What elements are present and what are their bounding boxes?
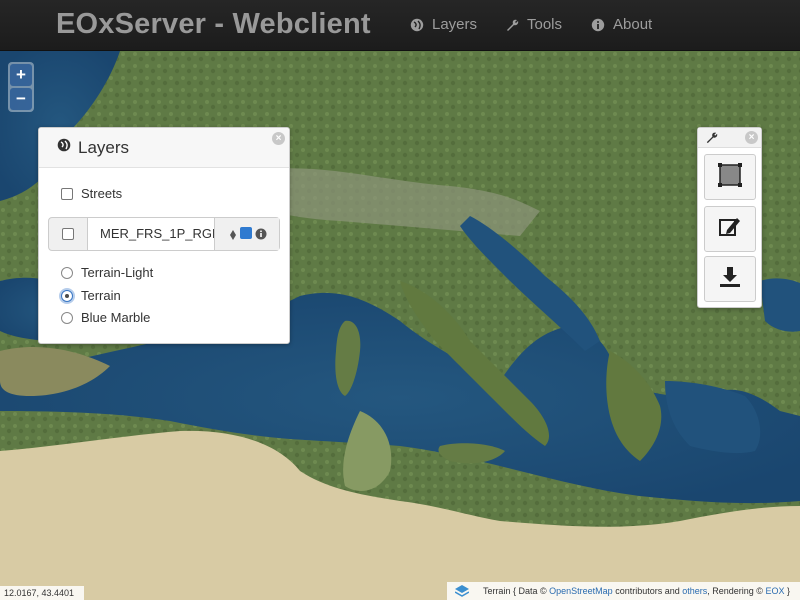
- attribution-contrib: contributors and: [615, 586, 680, 596]
- edit-button[interactable]: [704, 206, 756, 252]
- zoom-out-button[interactable]: −: [10, 88, 32, 110]
- blue-marble-radio[interactable]: [61, 311, 73, 324]
- edit-icon: [718, 215, 742, 244]
- zoom-control: + −: [8, 62, 34, 112]
- baselayer-label: Terrain: [81, 288, 121, 303]
- overlay-streets-label: Streets: [81, 186, 123, 201]
- info-icon[interactable]: [255, 227, 267, 245]
- product-layer-name: MER_FRS_1P_RGB_reduced: [88, 218, 214, 250]
- opacity-slider-icon[interactable]: [227, 228, 239, 246]
- wrench-icon: [705, 131, 718, 149]
- baselayer-terrain-light[interactable]: Terrain-Light: [61, 265, 153, 280]
- baselayer-terrain[interactable]: Terrain: [61, 288, 121, 303]
- nav-tools[interactable]: Tools: [505, 16, 562, 33]
- attribution-bar: Terrain { Data © OpenStreetMap contribut…: [446, 582, 800, 600]
- layers-stack-icon[interactable]: [454, 585, 469, 597]
- overlay-streets[interactable]: Streets: [61, 186, 122, 201]
- osm-link[interactable]: OpenStreetMap: [549, 586, 613, 596]
- product-layer-row: MER_FRS_1P_RGB_reduced: [48, 217, 280, 251]
- product-checkbox[interactable]: [62, 228, 74, 240]
- terrain-radio[interactable]: [61, 289, 73, 302]
- nav-tools-label: Tools: [527, 16, 563, 33]
- baselayer-blue-marble[interactable]: Blue Marble: [61, 310, 150, 325]
- terrain-light-radio[interactable]: [61, 266, 73, 279]
- nav-layers-label: Layers: [432, 16, 478, 33]
- nav-about-label: About: [613, 16, 653, 33]
- tools-panel: ×: [697, 127, 762, 308]
- mouse-coordinates: 12.0167, 43.4401: [0, 586, 84, 600]
- navbar: EOxServer - Webclient Layers Tools About: [0, 0, 800, 51]
- color-swatch[interactable]: [240, 227, 252, 239]
- download-button[interactable]: [704, 256, 756, 302]
- globe-icon: [410, 18, 424, 32]
- layers-panel: Layers × Streets MER_FRS_1P_RGB_reduced …: [38, 127, 290, 344]
- product-layer-tools: [214, 218, 279, 250]
- attribution-render: , Rendering ©: [707, 586, 763, 596]
- layers-panel-header[interactable]: Layers: [39, 128, 289, 168]
- wrench-icon: [505, 18, 519, 32]
- streets-checkbox[interactable]: [61, 187, 73, 200]
- close-icon[interactable]: ×: [272, 132, 285, 145]
- download-icon: [718, 265, 742, 294]
- baselayer-label: Blue Marble: [81, 310, 151, 325]
- app-title[interactable]: EOxServer - Webclient: [56, 8, 371, 41]
- globe-icon: [57, 138, 71, 157]
- tools-panel-header[interactable]: ×: [698, 128, 761, 148]
- nav-layers[interactable]: Layers: [410, 16, 477, 33]
- select-area-icon: [717, 162, 743, 193]
- close-icon[interactable]: ×: [745, 131, 758, 144]
- select-area-button[interactable]: [704, 154, 756, 200]
- zoom-in-button[interactable]: +: [10, 64, 32, 86]
- eox-link[interactable]: EOX: [765, 586, 784, 596]
- others-link[interactable]: others: [682, 586, 707, 596]
- nav-about[interactable]: About: [591, 16, 652, 33]
- info-icon: [591, 18, 605, 32]
- attribution-prefix: Terrain { Data ©: [482, 586, 547, 596]
- attribution-suffix: }: [786, 586, 790, 596]
- baselayer-label: Terrain-Light: [81, 265, 154, 280]
- layers-panel-title: Layers: [78, 137, 130, 157]
